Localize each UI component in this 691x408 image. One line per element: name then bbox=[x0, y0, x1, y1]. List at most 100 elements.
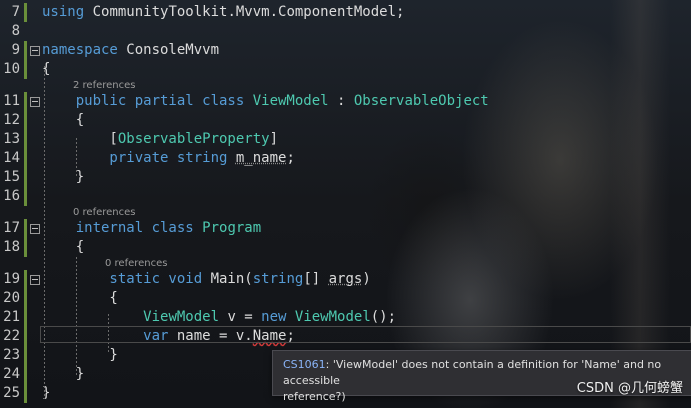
code-text[interactable]: private string m_name; bbox=[42, 149, 295, 168]
collapse-icon[interactable] bbox=[30, 97, 40, 107]
code-token: Main( bbox=[210, 271, 253, 287]
code-token: [] bbox=[303, 271, 329, 287]
code-line[interactable]: 11 public partial class ViewModel : Obse… bbox=[0, 92, 691, 111]
code-token: { bbox=[42, 290, 118, 306]
indent-guide bbox=[76, 138, 77, 178]
code-line[interactable]: 19 static void Main(string[] args) bbox=[0, 270, 691, 289]
code-token: namespace bbox=[42, 42, 118, 58]
change-marker bbox=[24, 3, 27, 22]
collapse-icon[interactable] bbox=[30, 224, 40, 234]
line-number: 17 bbox=[3, 220, 20, 236]
code-token: } bbox=[42, 347, 118, 363]
code-token: { bbox=[42, 239, 85, 255]
code-text[interactable]: { bbox=[42, 289, 118, 308]
code-token: Program bbox=[202, 220, 262, 236]
change-marker bbox=[24, 384, 27, 403]
code-token: ViewModel bbox=[294, 309, 371, 325]
change-marker bbox=[24, 289, 27, 308]
code-line[interactable]: 9 namespace ConsoleMvvm bbox=[0, 41, 691, 60]
code-token: ObservableObject bbox=[353, 93, 489, 109]
change-marker bbox=[24, 130, 27, 149]
change-marker bbox=[24, 60, 27, 79]
error-message-continued: reference?) bbox=[283, 390, 346, 403]
code-token: internal class bbox=[42, 220, 203, 236]
change-marker bbox=[24, 238, 27, 257]
codelens-references[interactable]: 0 references bbox=[105, 258, 168, 269]
code-text[interactable]: public partial class ViewModel : Observa… bbox=[42, 92, 489, 111]
code-line[interactable]: 7 using CommunityToolkit.Mvvm.ComponentMo… bbox=[0, 3, 691, 22]
change-marker bbox=[24, 308, 27, 327]
code-token: (); bbox=[370, 309, 397, 325]
line-number: 16 bbox=[3, 188, 20, 204]
code-token: args bbox=[328, 271, 363, 287]
line-number: 8 bbox=[11, 23, 20, 39]
collapse-icon[interactable] bbox=[30, 46, 40, 56]
change-marker bbox=[24, 327, 27, 346]
code-text[interactable]: { bbox=[42, 111, 84, 130]
code-line[interactable]: 17 internal class Program bbox=[0, 219, 691, 238]
change-marker bbox=[24, 149, 27, 168]
code-text[interactable]: using CommunityToolkit.Mvvm.ComponentMod… bbox=[42, 3, 404, 22]
watermark: CSDN @几何螃蟹 bbox=[576, 381, 683, 396]
line-number: 19 bbox=[3, 271, 20, 287]
code-token: : bbox=[328, 93, 354, 109]
code-text[interactable]: internal class Program bbox=[42, 219, 261, 238]
code-token: private string bbox=[42, 150, 236, 166]
code-token: string bbox=[252, 271, 304, 287]
current-line-highlight bbox=[40, 326, 691, 343]
code-token: } bbox=[42, 169, 85, 185]
code-line[interactable]: 15 } bbox=[0, 168, 691, 187]
line-number: 18 bbox=[3, 239, 20, 255]
line-number: 9 bbox=[11, 42, 20, 58]
code-line[interactable]: 14 private string m_name; bbox=[0, 149, 691, 168]
code-line[interactable]: 13 [ObservableProperty] bbox=[0, 130, 691, 149]
code-text[interactable]: } bbox=[42, 365, 84, 384]
codelens-references[interactable]: 2 references bbox=[73, 80, 136, 91]
code-line[interactable]: 21 ViewModel v = new ViewModel(); bbox=[0, 308, 691, 327]
codelens-references[interactable]: 0 references bbox=[73, 207, 136, 218]
code-token: ] bbox=[269, 131, 279, 147]
change-marker bbox=[24, 270, 27, 289]
code-token: using bbox=[42, 4, 85, 20]
code-token: ConsoleMvvm bbox=[117, 42, 220, 58]
code-line[interactable]: 18 { bbox=[0, 238, 691, 257]
code-text[interactable]: [ObservableProperty] bbox=[42, 130, 278, 149]
code-text[interactable]: } bbox=[42, 168, 84, 187]
code-text[interactable]: } bbox=[42, 346, 118, 365]
change-marker bbox=[24, 365, 27, 384]
change-marker bbox=[24, 187, 27, 206]
line-number: 15 bbox=[3, 169, 20, 185]
line-number: 22 bbox=[3, 328, 20, 344]
code-line[interactable]: 16 bbox=[0, 187, 691, 206]
line-number: 7 bbox=[11, 4, 20, 20]
code-line[interactable]: 8 bbox=[0, 22, 691, 41]
code-token: CommunityToolkit.Mvvm.ComponentModel; bbox=[84, 4, 405, 20]
code-line[interactable]: 12 { bbox=[0, 111, 691, 130]
code-text[interactable]: ViewModel v = new ViewModel(); bbox=[42, 308, 396, 327]
code-line[interactable]: 10{ bbox=[0, 60, 691, 79]
code-token: ; bbox=[286, 150, 295, 166]
line-number: 10 bbox=[3, 61, 20, 77]
change-marker bbox=[24, 111, 27, 130]
code-line[interactable]: 20 { bbox=[0, 289, 691, 308]
change-marker bbox=[24, 41, 27, 60]
error-code-link[interactable]: CS1061 bbox=[283, 358, 326, 371]
code-editor[interactable]: 7 using CommunityToolkit.Mvvm.ComponentMo… bbox=[0, 0, 691, 408]
code-token: m_name bbox=[235, 150, 287, 166]
change-marker bbox=[24, 219, 27, 238]
collapse-icon[interactable] bbox=[30, 275, 40, 285]
code-text[interactable]: { bbox=[42, 238, 84, 257]
code-token: public partial class bbox=[42, 93, 253, 109]
change-marker bbox=[24, 92, 27, 111]
line-number: 14 bbox=[3, 150, 20, 166]
code-token: [ bbox=[42, 131, 118, 147]
code-token: ) bbox=[362, 271, 371, 287]
code-token: static void bbox=[42, 271, 211, 287]
line-number: 20 bbox=[3, 290, 20, 306]
code-token: ObservableProperty bbox=[117, 131, 270, 147]
line-number: 12 bbox=[3, 112, 20, 128]
indent-guide bbox=[76, 257, 77, 375]
code-text[interactable]: static void Main(string[] args) bbox=[42, 270, 371, 289]
code-text[interactable]: namespace ConsoleMvvm bbox=[42, 41, 219, 60]
